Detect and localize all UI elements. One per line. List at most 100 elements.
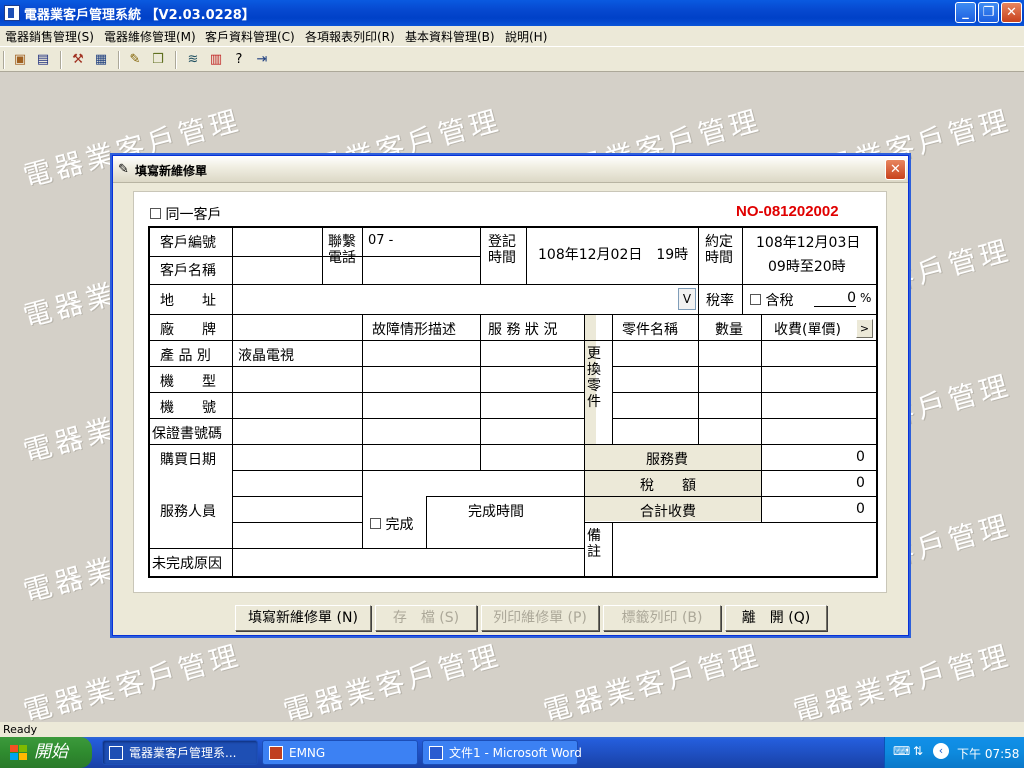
address-field[interactable] (234, 286, 696, 312)
help-icon[interactable]: ? (229, 50, 249, 70)
watermark: 電器業客戶管理 (19, 638, 245, 722)
menu-reports[interactable]: 各項報表列印(R) (305, 28, 395, 45)
restore-button[interactable]: ❐ (978, 2, 999, 23)
new-repair-order-dialog: ✎ 填寫新維修單 ✕ 同一客戶 NO-081202002 客戶編號 客戶名稱 聯… (112, 155, 909, 636)
complete-checkbox[interactable]: 完成 (370, 514, 413, 534)
toolbar-separator (175, 51, 177, 69)
dialog-close-button[interactable]: ✕ (885, 159, 906, 180)
sales-form-icon[interactable]: ▤ (33, 50, 53, 70)
customer-id-field[interactable] (234, 229, 321, 255)
service-status-header: 服 務 狀 況 (488, 322, 558, 338)
menu-bar: 電器銷售管理(S) 電器維修管理(M) 客戶資料管理(C) 各項報表列印(R) … (0, 26, 1024, 46)
charge-more-button[interactable]: > (856, 319, 873, 338)
keyboard-icon[interactable]: ⌨ (893, 744, 910, 758)
appointment-hours[interactable]: 09時至20時 (768, 256, 846, 276)
remarks-label: 備註 (587, 528, 601, 560)
task-label: 文件1 - Microsoft Word (449, 746, 582, 760)
window-titlebar: 電器業客戶管理系統 【V2.03.0228】 _ ❐ ✕ (0, 0, 1024, 26)
emng-icon (269, 746, 283, 760)
table-icon[interactable]: ▦ (91, 50, 111, 70)
brand-label: 廠 牌 (160, 322, 216, 338)
tax-amount-value: 0 (856, 475, 865, 491)
tax-included-checkbox[interactable]: 含稅 (750, 290, 793, 310)
app-icon (4, 5, 20, 21)
contact-phone-label: 聯繫電話 (328, 234, 356, 266)
model-label: 機 型 (160, 374, 216, 390)
minimize-button[interactable]: _ (955, 2, 976, 23)
tax-rate-field[interactable]: 0 (814, 290, 856, 307)
service-staff-label: 服務人員 (160, 504, 216, 520)
total-charge-value: 0 (856, 501, 865, 517)
menu-help[interactable]: 說明(H) (505, 28, 547, 45)
watermark: 電器業客戶管理 (539, 638, 765, 722)
save-button[interactable]: 存 檔 (S) (375, 605, 477, 631)
exit-button[interactable]: 離 開 (Q) (725, 605, 827, 631)
window-title: 電器業客戶管理系統 【V2.03.0228】 (24, 8, 255, 23)
clock: 下午 07:58 (957, 747, 1020, 761)
menu-basic-data[interactable]: 基本資料管理(B) (405, 28, 495, 45)
dialog-titlebar: ✎ 填寫新維修單 ✕ (113, 156, 908, 183)
checkbox-box[interactable] (150, 208, 161, 219)
task-word[interactable]: 文件1 - Microsoft Word (422, 740, 582, 765)
product-type-value[interactable]: 液晶電視 (238, 345, 294, 365)
purchase-date-label: 購買日期 (160, 452, 216, 468)
book-icon[interactable]: ❒ (148, 50, 168, 70)
form-panel: 同一客戶 NO-081202002 客戶編號 客戶名稱 聯繫電話 07 - 登記… (133, 191, 887, 593)
complete-time-label: 完成時間 (468, 504, 524, 520)
toolbar-separator (118, 51, 120, 69)
incomplete-reason-label: 未完成原因 (152, 556, 222, 572)
repair-tool-icon[interactable]: ⚒ (68, 50, 88, 70)
checkbox-box[interactable] (750, 294, 761, 305)
exit-door-icon[interactable]: ⇥ (252, 50, 272, 70)
print-label-button[interactable]: 標籤列印 (B) (603, 605, 721, 631)
word-icon (429, 746, 443, 760)
register-time-label: 登記時間 (488, 234, 516, 266)
menu-sales[interactable]: 電器銷售管理(S) (5, 28, 94, 45)
service-fee-value: 0 (856, 449, 865, 465)
task-label: 電器業客戶管理系... (129, 746, 237, 760)
remarks-field[interactable] (614, 524, 874, 574)
customer-name-label: 客戶名稱 (160, 263, 216, 279)
tax-included-label: 含稅 (765, 293, 794, 309)
customer-name-field[interactable] (234, 257, 321, 283)
product-type-label: 產 品 別 (160, 348, 211, 364)
warranty-no-label: 保證書號碼 (152, 426, 222, 442)
phone-field-2[interactable] (364, 258, 478, 283)
same-customer-label: 同一客戶 (165, 207, 222, 223)
chevron-left-icon[interactable]: ‹ (933, 743, 949, 759)
taskbar: 開始 電器業客戶管理系... EMNG 文件1 - Microsoft Word… (0, 737, 1024, 768)
report-icon[interactable]: ▥ (206, 50, 226, 70)
app-icon (109, 746, 123, 760)
appointment-date[interactable]: 108年12月03日 (756, 232, 860, 252)
total-charge-label: 合計收費 (640, 504, 696, 520)
network-icon[interactable]: ⇅ (913, 744, 923, 758)
address-dropdown-button[interactable]: V (678, 288, 696, 310)
quantity-header: 數量 (715, 322, 743, 338)
start-label: 開始 (34, 742, 68, 762)
toolbar: ▣ ▤ ⚒ ▦ ✎ ❒ ≋ ▥ ? ⇥ (0, 46, 1024, 72)
task-app[interactable]: 電器業客戶管理系... (102, 740, 258, 765)
pencil-icon: ✎ (118, 162, 129, 177)
phone-field[interactable]: 07 - (368, 233, 393, 248)
checkbox-box[interactable] (370, 518, 381, 529)
fault-desc-header: 故障情形描述 (372, 322, 456, 338)
system-tray: ⌨ ⇅ ‹ 下午 07:58 (884, 737, 1024, 768)
close-button[interactable]: ✕ (1001, 2, 1022, 23)
new-repair-order-button[interactable]: 填寫新維修單 (N) (235, 605, 371, 631)
windows-logo-icon (10, 745, 27, 760)
status-bar: Ready (0, 722, 1024, 737)
appointment-time-label: 約定時間 (705, 234, 733, 266)
service-fee-label: 服務費 (646, 452, 688, 468)
menu-repair[interactable]: 電器維修管理(M) (104, 28, 196, 45)
stack-icon[interactable]: ≋ (183, 50, 203, 70)
dialog-title: 填寫新維修單 (135, 164, 208, 178)
task-emng[interactable]: EMNG (262, 740, 418, 765)
start-button[interactable]: 開始 (0, 737, 92, 768)
task-label: EMNG (289, 746, 326, 760)
edit-icon[interactable]: ✎ (125, 50, 145, 70)
menu-customer[interactable]: 客戶資料管理(C) (205, 28, 295, 45)
address-label: 地 址 (160, 293, 216, 309)
print-order-button[interactable]: 列印維修單 (P) (481, 605, 599, 631)
same-customer-checkbox[interactable]: 同一客戶 (150, 204, 221, 224)
customer-card-icon[interactable]: ▣ (10, 50, 30, 70)
